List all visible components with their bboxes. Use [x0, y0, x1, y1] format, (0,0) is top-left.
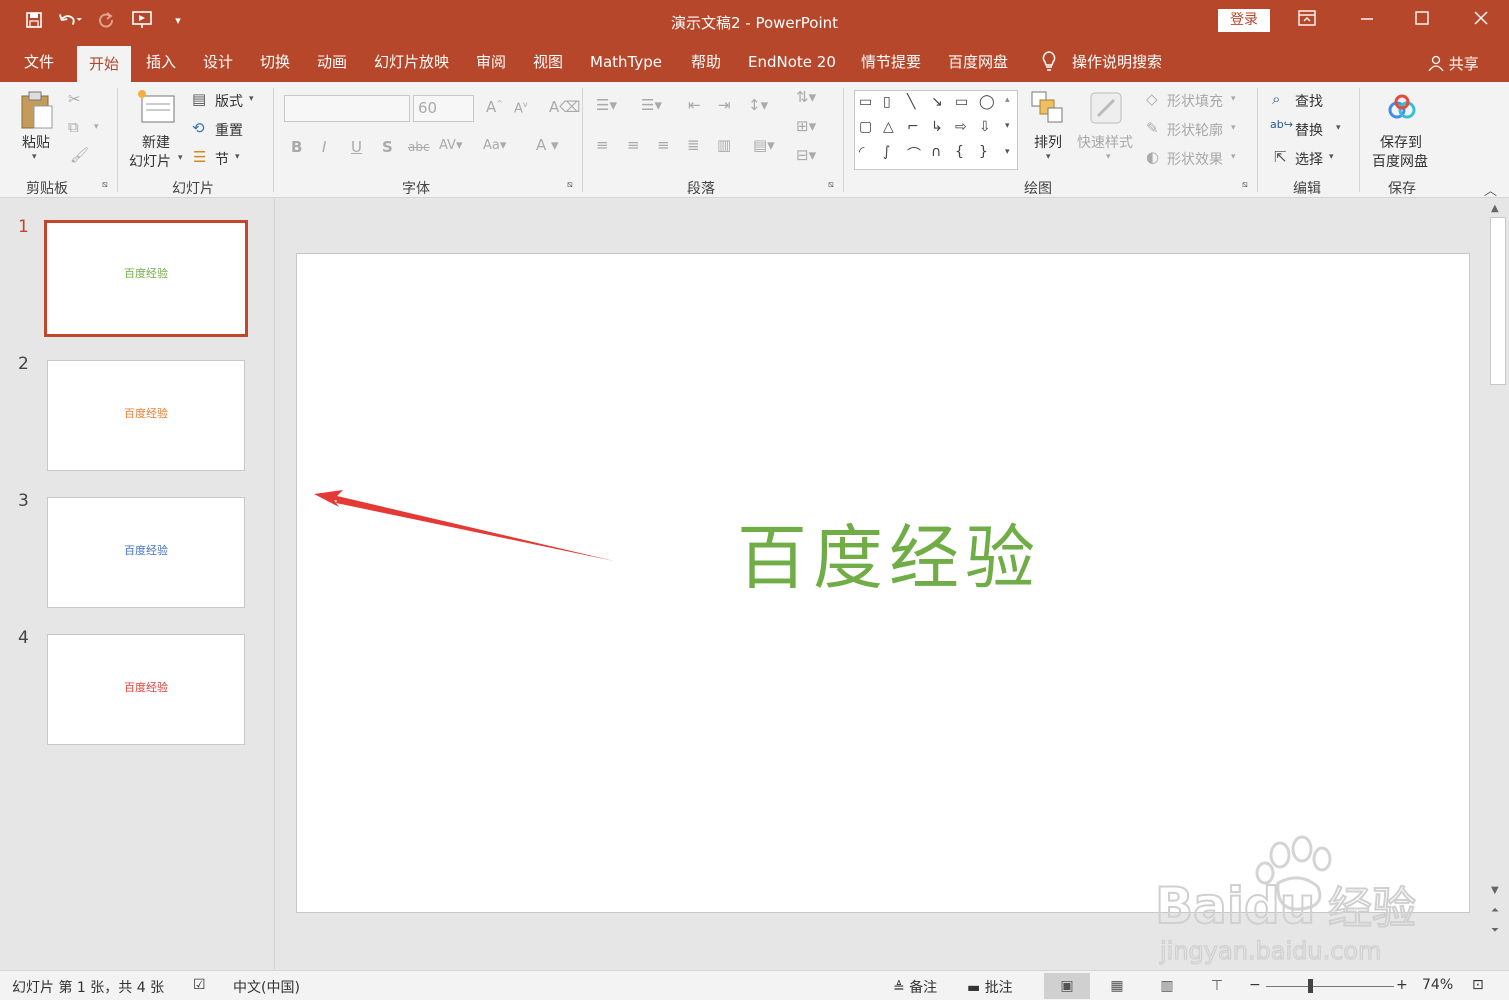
spellcheck-icon[interactable]: ☑ [193, 977, 206, 993]
normal-view-icon[interactable]: ▣ [1044, 973, 1090, 999]
zoom-out-icon[interactable]: − [1249, 977, 1261, 993]
notes-label: 备注 [909, 980, 938, 996]
zoom-level[interactable]: 74% [1422, 977, 1453, 993]
watermark-brand: Baidu [1155, 877, 1315, 935]
reading-view-icon[interactable]: ▥ [1144, 973, 1190, 999]
notes-icon: ≜ [893, 980, 905, 996]
notes-button[interactable]: ≜ 备注 [893, 977, 937, 997]
next-slide-icon[interactable]: ⏷ [1491, 925, 1499, 936]
watermark-url: jingyan.baidu.com [1159, 937, 1381, 965]
scroll-up-icon[interactable]: ▲ [1491, 203, 1499, 214]
previous-slide-icon[interactable]: ⏶ [1491, 905, 1499, 916]
scroll-down-icon[interactable]: ▼ [1491, 885, 1499, 896]
fit-to-window-icon[interactable]: ⊡ [1472, 977, 1484, 993]
slide-show-view-icon[interactable]: ⊤ [1194, 973, 1240, 999]
baidu-jingyan-watermark: Baidu 经验 jingyan.baidu.com [1150, 835, 1440, 966]
comments-label: 批注 [984, 980, 1013, 996]
vertical-scrollbar[interactable]: ▲ ▼ ⏶ ⏷ [1488, 199, 1509, 969]
language-status[interactable]: 中文(中国) [233, 977, 300, 997]
scrollbar-thumb[interactable] [1490, 217, 1506, 385]
zoom-slider[interactable] [1266, 986, 1394, 987]
zoom-slider-knob[interactable] [1308, 979, 1313, 993]
comments-icon: ▬ [967, 980, 981, 996]
slide-sorter-view-icon[interactable]: ▦ [1094, 973, 1140, 999]
slide-count-status[interactable]: 幻灯片 第 1 张，共 4 张 [12, 977, 164, 997]
status-bar: 幻灯片 第 1 张，共 4 张 ☑ 中文(中国) ≜ 备注 ▬ 批注 ▣ ▦ ▥… [0, 970, 1509, 1000]
comments-button[interactable]: ▬ 批注 [967, 977, 1013, 997]
zoom-in-icon[interactable]: + [1396, 977, 1408, 993]
watermark-product: 经验 [1328, 883, 1416, 934]
